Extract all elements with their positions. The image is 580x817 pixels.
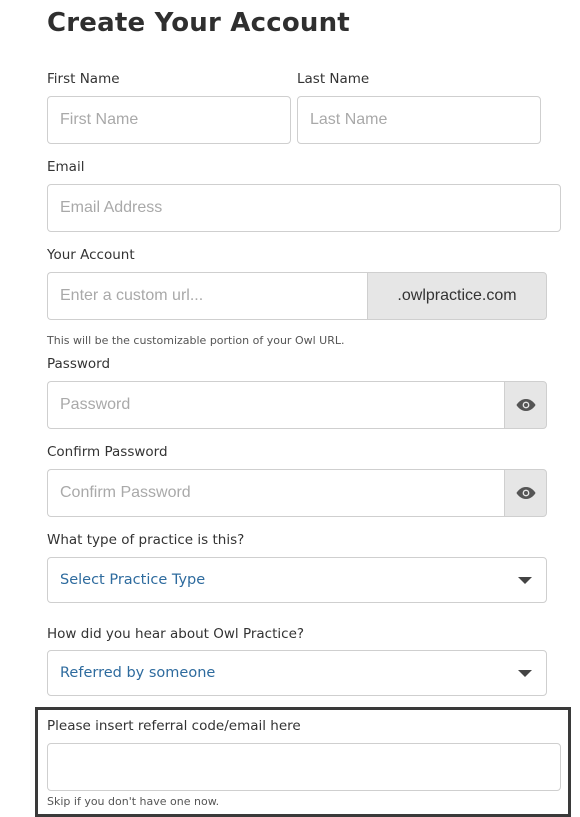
practice-type-select[interactable]: Select Practice Type xyxy=(47,557,547,603)
referral-label: Please insert referral code/email here xyxy=(47,718,301,734)
password-toggle-button[interactable] xyxy=(504,381,547,429)
account-url-input[interactable] xyxy=(47,272,369,320)
first-name-input[interactable] xyxy=(47,96,291,144)
practice-type-selected: Select Practice Type xyxy=(60,572,206,588)
account-help-text: This will be the customizable portion of… xyxy=(47,334,345,347)
eye-icon xyxy=(516,399,535,411)
last-name-label: Last Name xyxy=(297,71,370,87)
confirm-password-input[interactable] xyxy=(47,469,505,517)
heard-about-select[interactable]: Referred by someone xyxy=(47,650,547,696)
last-name-input[interactable] xyxy=(297,96,541,144)
password-input[interactable] xyxy=(47,381,505,429)
eye-icon xyxy=(516,487,535,499)
first-name-label: First Name xyxy=(47,71,120,87)
referral-help-text: Skip if you don't have one now. xyxy=(47,795,220,808)
email-input[interactable] xyxy=(47,184,561,232)
confirm-password-toggle-button[interactable] xyxy=(504,469,547,517)
email-label: Email xyxy=(47,159,85,175)
account-url-suffix: .owlpractice.com xyxy=(367,272,547,320)
heard-about-label: How did you hear about Owl Practice? xyxy=(47,626,305,642)
chevron-down-icon xyxy=(518,576,532,584)
page-title: Create Your Account xyxy=(47,8,350,38)
heard-about-selected: Referred by someone xyxy=(60,665,216,681)
chevron-down-icon xyxy=(518,669,532,677)
password-label: Password xyxy=(47,356,111,372)
practice-type-label: What type of practice is this? xyxy=(47,532,245,548)
account-label: Your Account xyxy=(47,247,135,263)
referral-input[interactable] xyxy=(47,743,561,791)
confirm-password-label: Confirm Password xyxy=(47,444,168,460)
